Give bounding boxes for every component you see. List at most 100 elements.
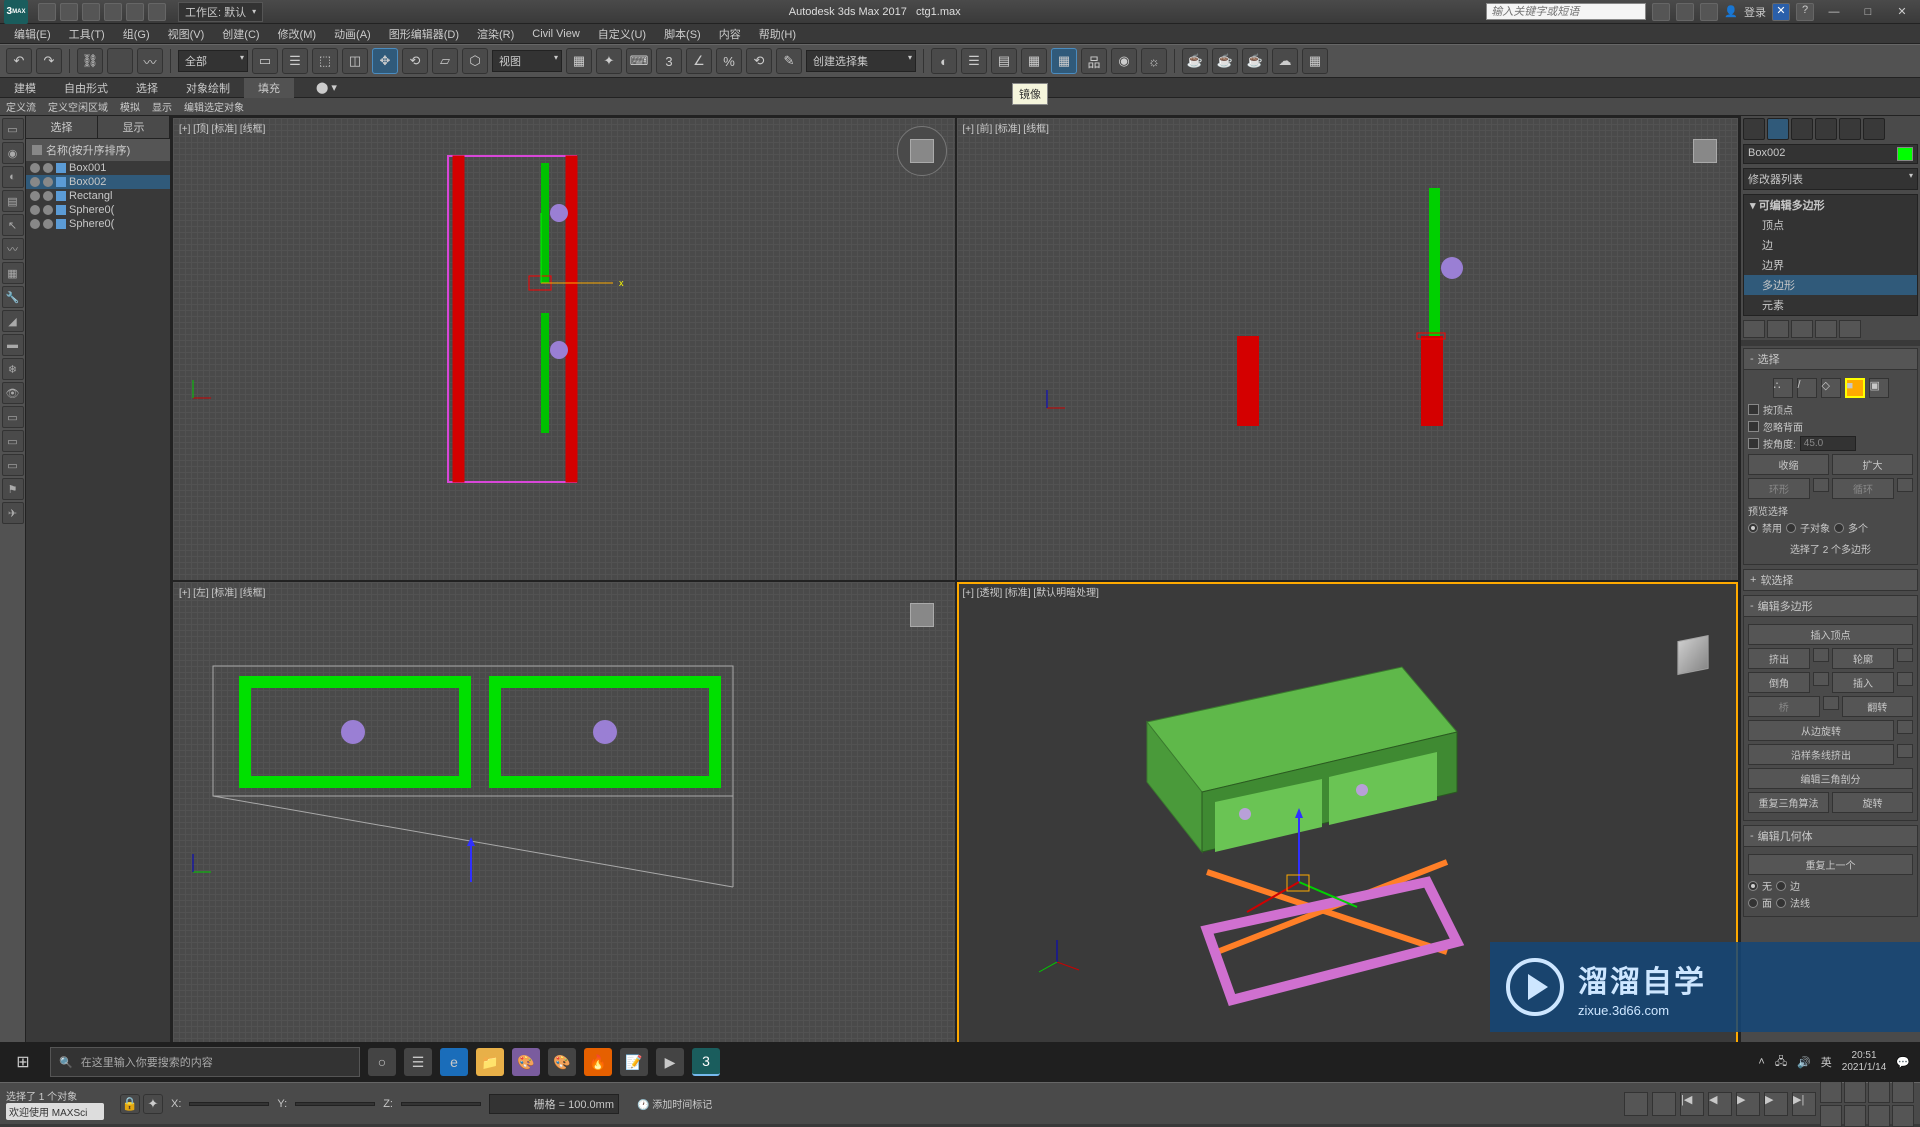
viewport-label[interactable]: [+] [顶] [标准] [线框] <box>179 120 265 135</box>
qat-project-icon[interactable] <box>148 3 166 21</box>
outline-button[interactable]: 轮廓 <box>1832 648 1894 669</box>
ribbon-tab-populate[interactable]: 填充 <box>244 78 294 98</box>
lock-selection-icon[interactable]: 🔒 <box>120 1094 140 1114</box>
lt-freeze-icon[interactable]: ◉ <box>2 142 24 164</box>
absolute-mode-icon[interactable]: ✦ <box>143 1094 163 1114</box>
ribbon-tab-objectpaint[interactable]: 对象绘制 <box>172 78 244 98</box>
menu-tools[interactable]: 工具(T) <box>61 25 113 43</box>
scene-item-box001[interactable]: Box001 <box>26 161 170 175</box>
ribbon-sub-defineidle[interactable]: 定义空闲区域 <box>48 99 108 114</box>
maxscript-prompt[interactable]: 欢迎使用 MAXSci <box>6 1103 104 1120</box>
angle-snap-icon[interactable]: ∠ <box>686 48 712 74</box>
prev-frame-icon[interactable]: ◀ <box>1708 1092 1732 1116</box>
spinner-snap-icon[interactable]: ⟲ <box>746 48 772 74</box>
ignore-backfacing-checkbox[interactable] <box>1748 421 1759 432</box>
viewport-front[interactable]: [+] [前] [标准] [线框] <box>957 118 1739 580</box>
configure-sets-icon[interactable] <box>1839 320 1861 338</box>
constraint-face-radio[interactable] <box>1748 898 1758 908</box>
hinge-edge-button[interactable]: 从边旋转 <box>1748 720 1894 741</box>
flip-button[interactable]: 翻转 <box>1842 696 1914 717</box>
scene-item-rectangle[interactable]: Rectangl <box>26 189 170 203</box>
visibility-icon[interactable] <box>30 191 40 201</box>
zoom-icon[interactable] <box>1820 1081 1842 1103</box>
make-unique-icon[interactable] <box>1791 320 1813 338</box>
stack-root[interactable]: ▾ 可编辑多边形 <box>1744 195 1917 215</box>
lt-sheet2-icon[interactable]: ▭ <box>2 430 24 452</box>
app-icon-2[interactable]: 🎨 <box>548 1048 576 1076</box>
select-object-icon[interactable]: ▭ <box>252 48 278 74</box>
zoom-extents-icon[interactable] <box>1868 1081 1890 1103</box>
select-place-icon[interactable]: ⬡ <box>462 48 488 74</box>
maximize-viewport-icon[interactable] <box>1892 1105 1914 1127</box>
edit-tri-button[interactable]: 编辑三角剖分 <box>1748 768 1913 789</box>
goto-end-icon[interactable]: ▶| <box>1792 1092 1816 1116</box>
lt-camera-icon[interactable]: ▬ <box>2 334 24 356</box>
menu-modifiers[interactable]: 修改(M) <box>270 25 325 43</box>
extrude-spline-settings-icon[interactable] <box>1897 744 1913 758</box>
menu-content[interactable]: 内容 <box>711 25 749 43</box>
render-last-icon[interactable]: ▦ <box>1302 48 1328 74</box>
set-key-button[interactable] <box>1652 1092 1676 1116</box>
lt-wrench-icon[interactable]: 🔧 <box>2 286 24 308</box>
qat-save-icon[interactable] <box>82 3 100 21</box>
viewport-left[interactable]: [+] [左] [标准] [线框] <box>173 582 955 1044</box>
unlink-icon[interactable] <box>107 48 133 74</box>
notifications-icon[interactable]: 💬 <box>1896 1056 1910 1069</box>
cmd-tab-hierarchy-icon[interactable] <box>1791 118 1813 140</box>
lt-select-icon[interactable]: ▭ <box>2 118 24 140</box>
ribbon-sub-simulate[interactable]: 模拟 <box>120 99 140 114</box>
app-icon-4[interactable]: ▶ <box>656 1048 684 1076</box>
help-icon[interactable]: ? <box>1796 3 1814 21</box>
menu-scripting[interactable]: 脚本(S) <box>656 25 709 43</box>
grow-button[interactable]: 扩大 <box>1832 454 1913 475</box>
pin-stack-icon[interactable] <box>1743 320 1765 338</box>
ring-button[interactable]: 环形 <box>1748 478 1810 499</box>
ribbon-sub-defineflow[interactable]: 定义流 <box>6 99 36 114</box>
remove-modifier-icon[interactable] <box>1815 320 1837 338</box>
scene-item-box002[interactable]: Box002 <box>26 175 170 189</box>
schematic-view-icon[interactable]: 品 <box>1081 48 1107 74</box>
select-scale-icon[interactable]: ▱ <box>432 48 458 74</box>
outline-settings-icon[interactable] <box>1897 648 1913 662</box>
viewport-label[interactable]: [+] [前] [标准] [线框] <box>963 120 1049 135</box>
render-iterative-icon[interactable]: ☕ <box>1242 48 1268 74</box>
undo-icon[interactable]: ↶ <box>6 48 32 74</box>
lt-snow-icon[interactable]: ❄ <box>2 358 24 380</box>
lt-light-icon[interactable]: ◢ <box>2 310 24 332</box>
rollout-softselection-header[interactable]: + 软选择 <box>1743 569 1918 591</box>
select-move-icon[interactable]: ✥ <box>372 48 398 74</box>
show-end-result-icon[interactable] <box>1767 320 1789 338</box>
shrink-button[interactable]: 收缩 <box>1748 454 1829 475</box>
lt-arrow-icon[interactable]: ↖ <box>2 214 24 236</box>
keyboard-shortcut-icon[interactable]: ⌨ <box>626 48 652 74</box>
orbit-icon[interactable] <box>1868 1105 1890 1127</box>
ribbon-tab-modeling[interactable]: 建模 <box>0 78 50 98</box>
firefox-icon[interactable]: 🔥 <box>584 1048 612 1076</box>
subobj-element-icon[interactable]: ▣ <box>1869 378 1889 398</box>
x-coord-field[interactable] <box>189 1102 269 1106</box>
3dsmax-taskbar-icon[interactable]: 3 <box>692 1048 720 1076</box>
qat-undo-icon[interactable] <box>104 3 122 21</box>
viewport-label[interactable]: [+] [左] [标准] [线框] <box>179 584 265 599</box>
visibility-icon[interactable] <box>30 177 40 187</box>
rollout-selection-header[interactable]: - 选择 <box>1743 348 1918 370</box>
cmd-tab-modify-icon[interactable] <box>1767 118 1789 140</box>
layer-manager-icon[interactable]: ▤ <box>991 48 1017 74</box>
viewport-top[interactable]: [+] [顶] [标准] [线框] x <box>173 118 955 580</box>
extrude-button[interactable]: 挤出 <box>1748 648 1810 669</box>
exchange-icon[interactable]: ✕ <box>1772 3 1790 21</box>
system-clock[interactable]: 20:51 2021/1/14 <box>1842 1050 1887 1074</box>
cmd-tab-utilities-icon[interactable] <box>1863 118 1885 140</box>
lt-wave-icon[interactable]: 〰 <box>2 238 24 260</box>
modifier-stack[interactable]: ▾ 可编辑多边形 顶点 边 边界 多边形 元素 <box>1743 194 1918 316</box>
by-vertex-checkbox[interactable] <box>1748 404 1759 415</box>
curve-editor-icon[interactable]: ▦ <box>1051 48 1077 74</box>
y-coord-field[interactable] <box>295 1102 375 1106</box>
turn-button[interactable]: 旋转 <box>1832 792 1913 813</box>
ribbon-tab-freeform[interactable]: 自由形式 <box>50 78 122 98</box>
preview-subobj-radio[interactable] <box>1786 523 1796 533</box>
qat-redo-icon[interactable] <box>126 3 144 21</box>
ribbon-toggle-icon[interactable]: ⬤ ▾ <box>302 79 351 96</box>
help-search-input[interactable] <box>1486 3 1646 20</box>
preview-multi-radio[interactable] <box>1834 523 1844 533</box>
